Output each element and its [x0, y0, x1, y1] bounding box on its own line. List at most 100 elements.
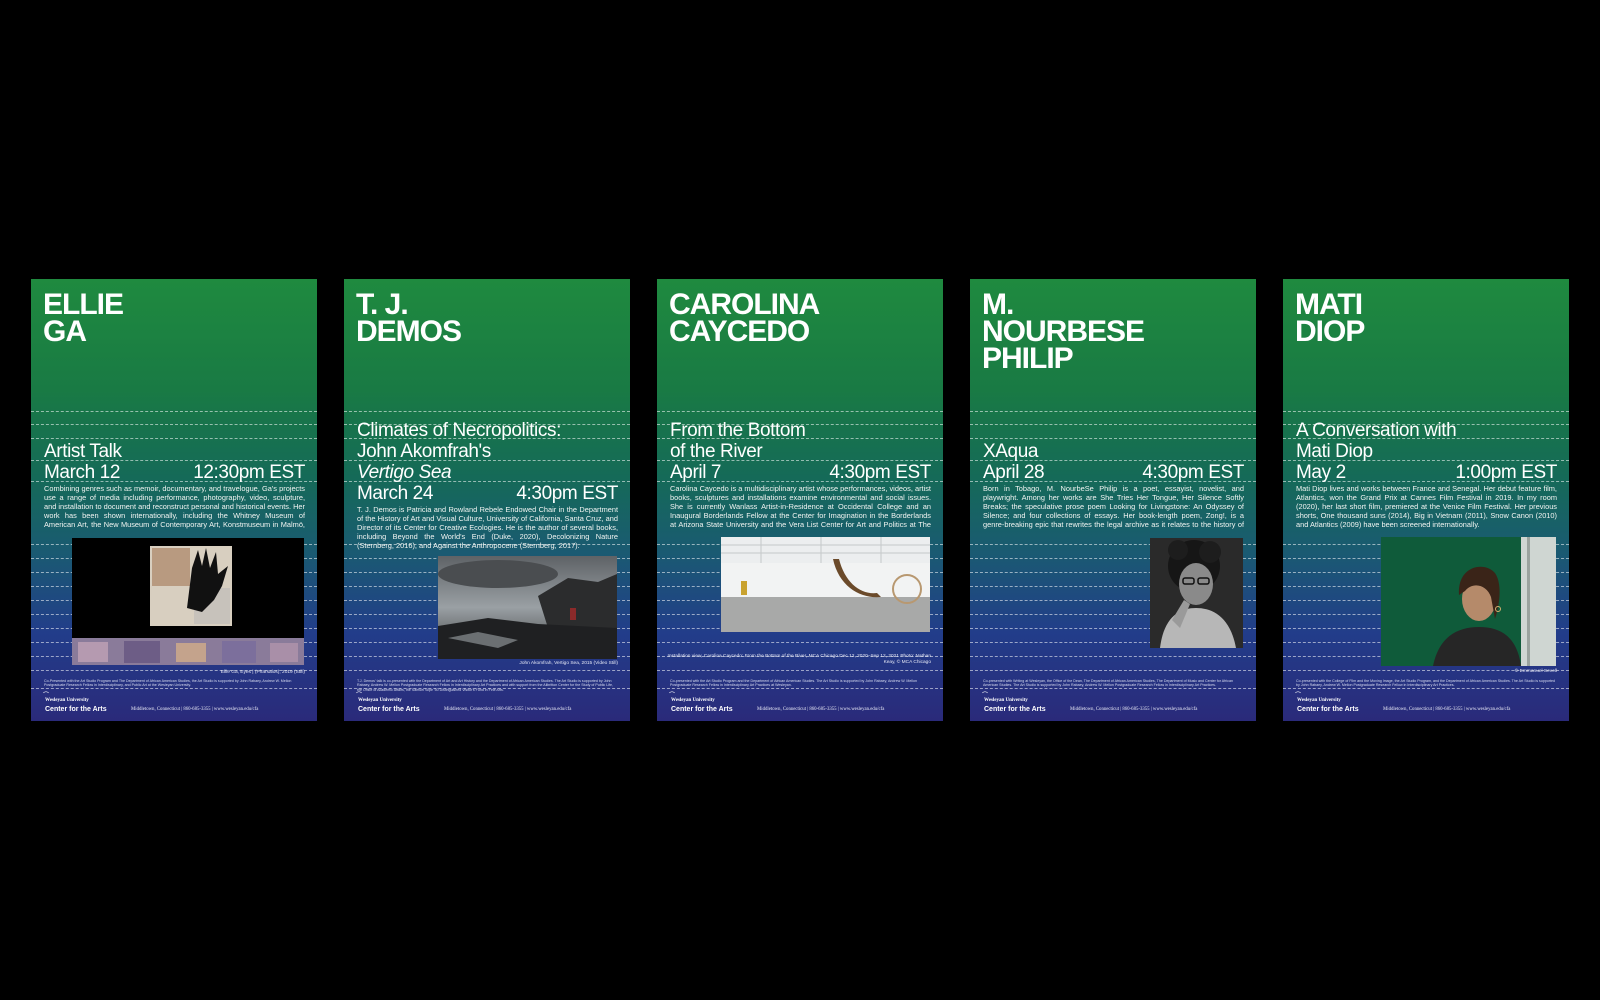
poster-footer: ⌒ Wesleyan University Center for the Art…: [356, 693, 618, 715]
sponsor-credits: Co-presented with Writing at Wesleyan, t…: [983, 679, 1233, 688]
image-caption: Ellie Ga, Eyes | (Pharsalos), 2019 (Stil…: [220, 670, 305, 675]
speaker-name-line: MATI: [1295, 288, 1363, 321]
speaker-portrait-graphic: [1381, 537, 1556, 666]
center-name: Center for the Arts: [984, 706, 1046, 713]
dashed-rule: [657, 688, 943, 689]
poster-footer: ⌒ Wesleyan University Center for the Art…: [669, 693, 931, 715]
talk-info: Climates of Necropolitics: John Akomfrah…: [357, 420, 618, 504]
university-name: Wesleyan University: [45, 698, 89, 703]
speaker-name-line: NOURBESE: [982, 315, 1145, 348]
artwork-still-graphic: [438, 556, 617, 659]
image-caption: John Akomfrah, Vertigo Sea, 2015 (Video …: [519, 661, 618, 666]
event-date: April 7: [670, 462, 722, 483]
speaker-name-line: M.: [982, 288, 1014, 321]
event-time: 12:30pm EST: [193, 462, 305, 483]
dashed-rule: [970, 670, 1256, 671]
poster-tj-demos: T. J. DEMOS Climates of Necropolitics: J…: [344, 279, 630, 721]
speaker-name: ELLIE GA: [43, 288, 124, 348]
center-address: Middletown, Connecticut | 860-685-3355 |…: [1070, 707, 1198, 712]
center-address: Middletown, Connecticut | 860-685-3355 |…: [1383, 707, 1511, 712]
center-address: Middletown, Connecticut | 860-685-3355 |…: [131, 707, 259, 712]
sponsor-credits: Co-Presented with the Art Studio Program…: [44, 679, 292, 688]
talk-title: A Conversation with: [1296, 420, 1457, 441]
dashed-rule: [1283, 411, 1569, 412]
poster-m-nourbese-philip: M. NOURBESE PHILIP XAqua April 28 4:30pm…: [970, 279, 1256, 721]
center-address: Middletown, Connecticut | 860-685-3355 |…: [444, 707, 572, 712]
dashed-rule: [1283, 688, 1569, 689]
image-caption: © Emmanuel Sevell: [1514, 669, 1557, 674]
event-date: March 12: [44, 462, 121, 483]
poster-footer: ⌒ Wesleyan University Center for the Art…: [982, 693, 1244, 715]
speaker-name-line: GA: [43, 315, 87, 348]
center-name: Center for the Arts: [671, 706, 733, 713]
speaker-name: MATI DIOP: [1295, 288, 1365, 348]
speaker-name-line: T. J.: [356, 288, 409, 321]
university-name: Wesleyan University: [984, 698, 1028, 703]
dashed-rule: [31, 438, 317, 439]
talk-title: John Akomfrah's: [357, 441, 491, 462]
talk-title: XAqua: [983, 441, 1039, 462]
dashed-rule: [31, 688, 317, 689]
event-date: May 2: [1296, 462, 1346, 483]
speaker-name-line: ELLIE: [43, 288, 124, 321]
speaker-name-line: DIOP: [1295, 315, 1365, 348]
sponsor-credits: T.J. Demos' talk is co-presented with th…: [357, 679, 614, 692]
talk-title: From the Bottom: [670, 420, 806, 441]
dashed-rule: [657, 670, 943, 671]
center-address: Middletown, Connecticut | 860-685-3355 |…: [757, 707, 885, 712]
event-time: 4:30pm EST: [1142, 462, 1244, 483]
artwork-still-image: [72, 538, 304, 665]
event-date: April 28: [983, 462, 1045, 483]
speaker-bio: Carolina Caycedo is a multidisciplinary …: [670, 485, 931, 530]
dashed-rule: [657, 411, 943, 412]
speaker-name-line: DEMOS: [356, 315, 462, 348]
event-time: 1:00pm EST: [1455, 462, 1557, 483]
dashed-rule: [344, 411, 630, 412]
speaker-portrait-graphic: [1150, 538, 1243, 648]
speaker-name: T. J. DEMOS: [356, 288, 462, 348]
talk-title: Climates of Necropolitics:: [357, 420, 561, 441]
dashed-rule: [970, 656, 1256, 657]
dashed-rule: [970, 411, 1256, 412]
dashed-rule: [970, 688, 1256, 689]
speaker-bio: T. J. Demos is Patricia and Rowland Rebe…: [357, 506, 618, 550]
dashed-rule: [344, 670, 630, 671]
talk-info: Artist Talk March 12 12:30pm EST: [44, 441, 305, 483]
speaker-name-line: PHILIP: [982, 342, 1074, 375]
dashed-rule: [31, 411, 317, 412]
poster-footer: ⌒ Wesleyan University Center for the Art…: [1295, 693, 1557, 715]
dashed-rule: [970, 424, 1256, 425]
event-time: 4:30pm EST: [516, 483, 618, 504]
date-time-row: March 12 12:30pm EST: [44, 462, 305, 483]
speaker-bio: Born in Tobago, M. NourbeSe Philip is a …: [983, 485, 1244, 530]
university-name: Wesleyan University: [358, 698, 402, 703]
speaker-bio: Mati Diop lives and works between France…: [1296, 485, 1557, 529]
university-name: Wesleyan University: [1297, 698, 1341, 703]
sponsor-credits: Co-presented with the College of Film an…: [1296, 679, 1556, 688]
center-name: Center for the Arts: [45, 706, 107, 713]
speaker-portrait-image: [1150, 538, 1243, 648]
talk-title: Mati Diop: [1296, 441, 1373, 462]
installation-view-image: [721, 537, 930, 632]
event-time: 4:30pm EST: [829, 462, 931, 483]
poster-carolina-caycedo: CAROLINA CAYCEDO From the Bottom of the …: [657, 279, 943, 721]
speaker-name: M. NOURBESE PHILIP: [982, 288, 1145, 375]
poster-footer: ⌒ Wesleyan University Center for the Art…: [43, 693, 305, 715]
talk-title-italic: Vertigo Sea: [357, 462, 452, 483]
dashed-rule: [970, 438, 1256, 439]
artwork-still-image: [438, 556, 617, 659]
event-date: March 24: [357, 483, 434, 504]
talk-info: A Conversation with Mati Diop May 2 1:00…: [1296, 420, 1557, 483]
image-caption: Installation view, Carolina Caycedo: Fro…: [667, 654, 931, 665]
artwork-still-graphic: [72, 538, 304, 665]
date-time-row: March 24 4:30pm EST: [357, 483, 618, 504]
center-name: Center for the Arts: [1297, 706, 1359, 713]
center-name: Center for the Arts: [358, 706, 420, 713]
speaker-name: CAROLINA CAYCEDO: [669, 290, 820, 348]
dashed-rule: [31, 424, 317, 425]
university-name: Wesleyan University: [671, 698, 715, 703]
talk-info: XAqua April 28 4:30pm EST: [983, 441, 1244, 483]
date-time-row: April 28 4:30pm EST: [983, 462, 1244, 483]
date-time-row: April 7 4:30pm EST: [670, 462, 931, 483]
speaker-name-line: CAYCEDO: [669, 315, 810, 348]
